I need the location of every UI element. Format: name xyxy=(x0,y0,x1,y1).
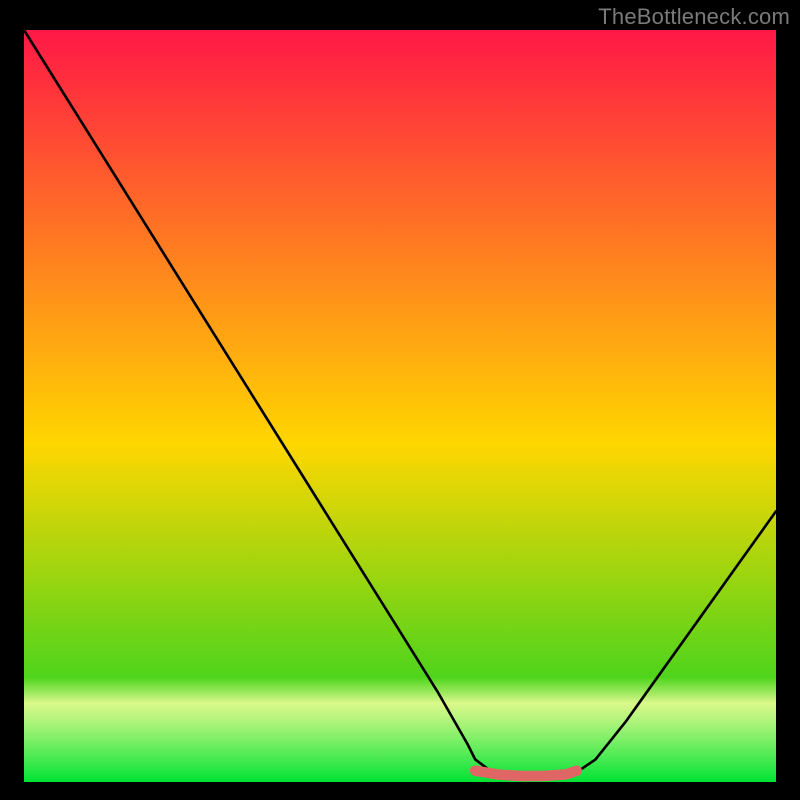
chart-frame: TheBottleneck.com xyxy=(0,0,800,800)
chart-lines-layer xyxy=(24,30,776,782)
optimal-segment-path xyxy=(475,771,577,776)
bottleneck-curve-path xyxy=(24,30,776,777)
chart-plot-area xyxy=(24,30,776,782)
watermark-text: TheBottleneck.com xyxy=(598,4,790,30)
